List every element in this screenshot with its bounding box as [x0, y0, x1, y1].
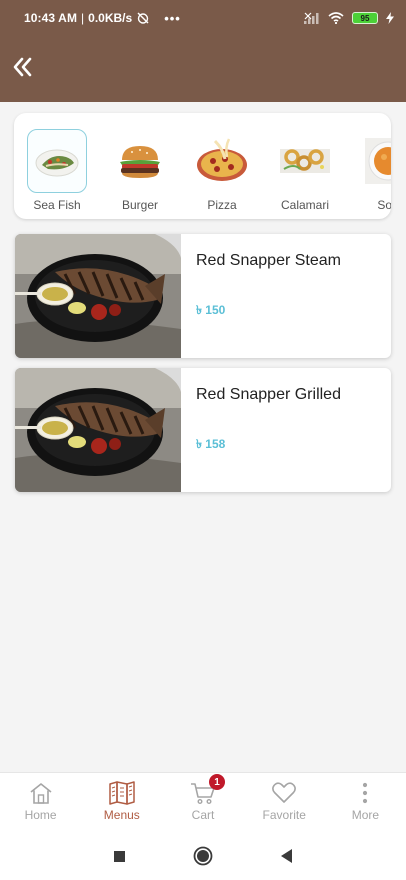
category-label: Burger	[121, 198, 159, 212]
category-sea-fish[interactable]: Sea Fish	[25, 113, 89, 219]
sea-fish-dish-image	[27, 129, 87, 193]
nav-home[interactable]: Home	[0, 773, 81, 830]
wifi-icon	[328, 12, 344, 24]
category-calamari[interactable]: Calamari	[273, 113, 337, 219]
category-soup[interactable]: Sou	[356, 113, 391, 219]
cart-count-badge: 1	[209, 774, 225, 790]
nav-label: Menus	[103, 808, 140, 822]
product-price: ৳ 158	[196, 437, 226, 451]
burger-image	[110, 129, 170, 193]
product-price: ৳ 150	[196, 303, 226, 317]
category-label: Sea Fish	[33, 198, 81, 212]
category-label: Sou	[377, 198, 391, 212]
nav-more[interactable]: More	[325, 773, 406, 830]
nav-favorite[interactable]: Favorite	[244, 773, 325, 830]
app-bar	[0, 36, 406, 102]
heart-icon	[272, 782, 297, 803]
menu-book-icon	[109, 781, 135, 805]
network-speed: 0.0KB/s	[88, 11, 133, 25]
recent-apps-icon[interactable]	[108, 845, 130, 867]
product-name: Red Snapper Grilled	[196, 386, 341, 403]
product-card[interactable]: Red Snapper Steam ৳ 150	[15, 234, 391, 358]
signal-icon	[304, 12, 319, 24]
category-label: Calamari	[280, 198, 329, 212]
back-triangle-icon[interactable]	[276, 845, 298, 867]
nav-label: Home	[24, 808, 57, 822]
product-name: Red Snapper Steam	[196, 252, 341, 269]
category-label: Pizza	[207, 198, 237, 212]
alarm-off-icon	[137, 12, 149, 24]
category-burger[interactable]: Burger	[108, 113, 172, 219]
calamari-image	[275, 129, 335, 193]
home-icon	[30, 783, 52, 804]
nav-label: Cart	[191, 808, 215, 822]
charging-icon	[386, 12, 394, 24]
status-time: 10:43 AM	[24, 11, 78, 25]
more-vertical-icon	[363, 782, 368, 804]
home-circle-icon[interactable]	[192, 845, 214, 867]
nav-label: Favorite	[262, 808, 306, 822]
status-bar: 10:43 AM | 0.0KB/s ••• 95	[0, 0, 406, 36]
soup-image	[358, 129, 391, 193]
product-card[interactable]: Red Snapper Grilled ৳ 158	[15, 368, 391, 492]
nav-menus[interactable]: Menus	[81, 773, 162, 830]
status-separator: |	[81, 11, 85, 25]
nav-cart[interactable]: 1 Cart	[162, 773, 243, 830]
category-carousel[interactable]: Sea Fish Burger Pizza Calamari So	[14, 113, 391, 219]
battery-indicator: 95	[352, 12, 378, 24]
system-navigation-bar	[0, 830, 406, 880]
grilled-fish-photo	[15, 234, 181, 358]
double-chevron-left-icon[interactable]	[10, 54, 36, 80]
pizza-image	[192, 129, 252, 193]
grilled-fish-photo	[15, 368, 181, 492]
bottom-navigation: Home Menus 1 Cart Favorite More	[0, 772, 406, 830]
nav-label: More	[351, 808, 380, 822]
more-notifications-icon: •••	[164, 10, 181, 26]
category-pizza[interactable]: Pizza	[190, 113, 254, 219]
